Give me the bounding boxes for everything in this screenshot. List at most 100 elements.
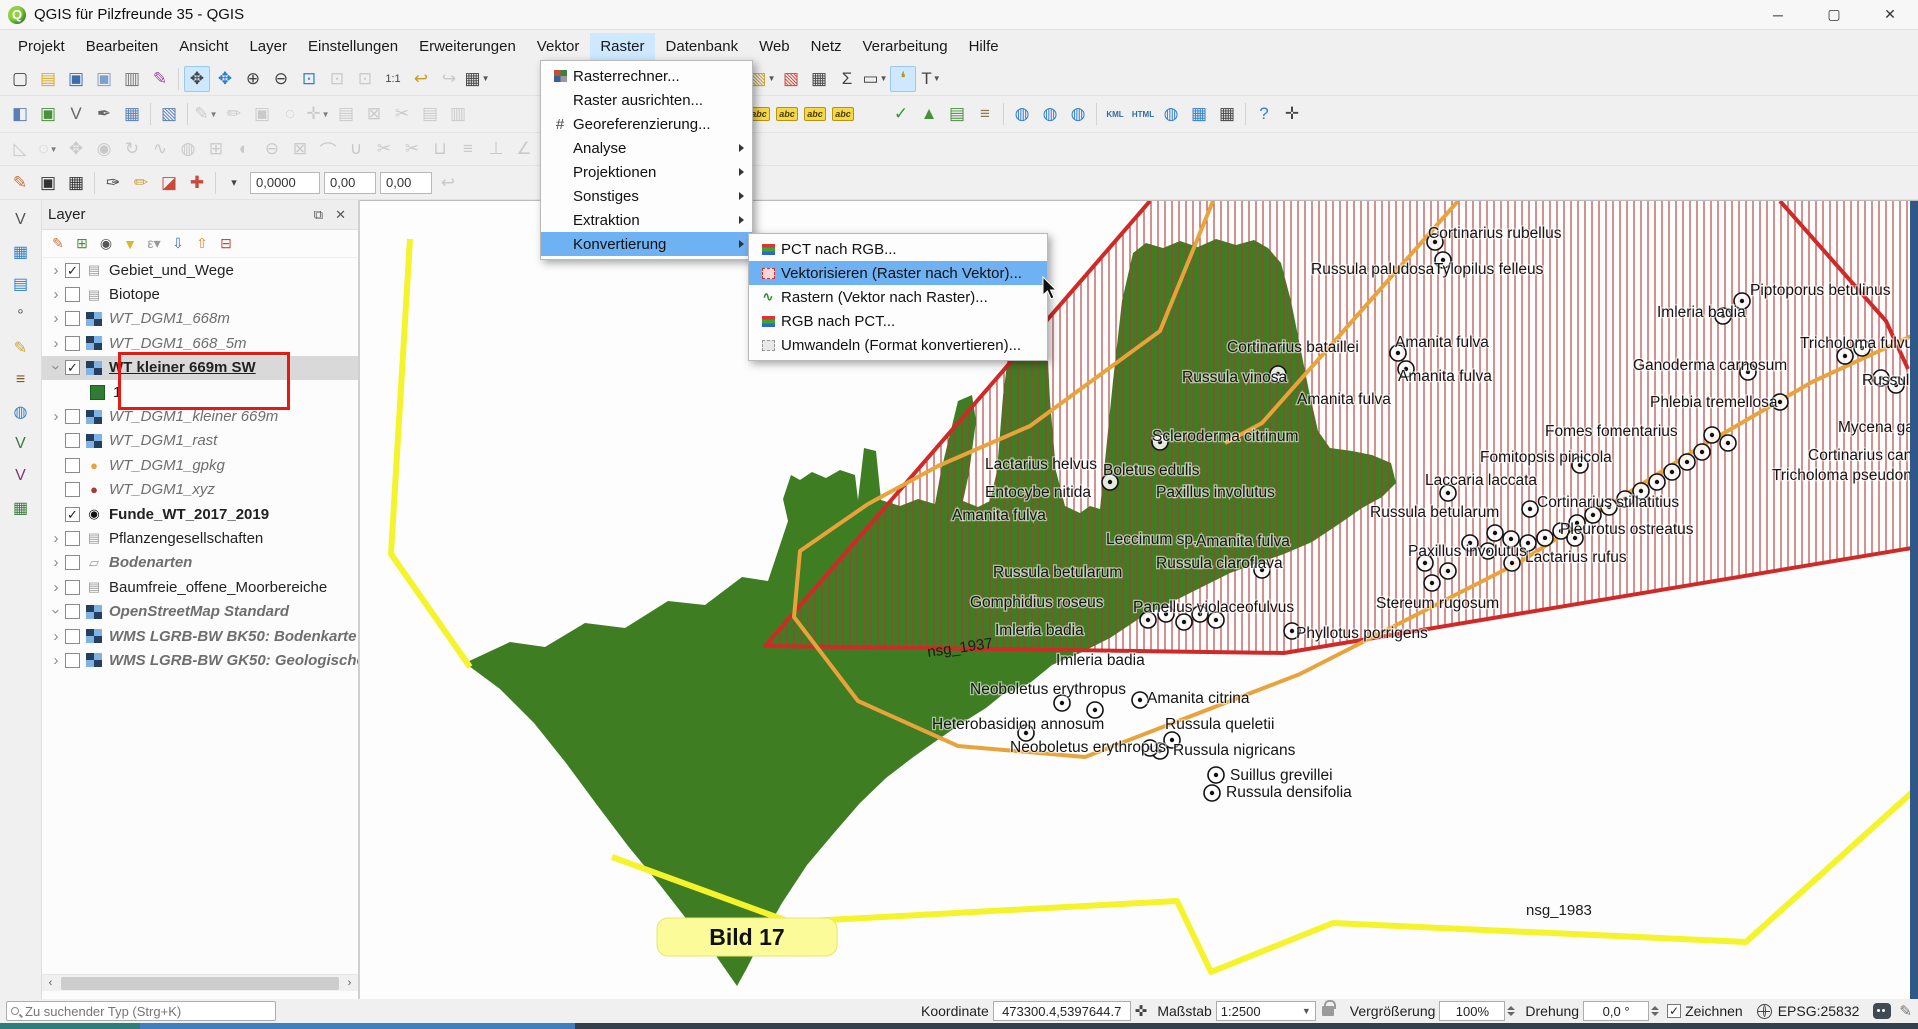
find-marker[interactable] xyxy=(1537,530,1553,546)
raster-menu-item-konvertierung[interactable]: Konvertierung xyxy=(541,232,752,256)
annotation-panel-icon[interactable]: ✎ xyxy=(7,334,35,362)
layer-item[interactable]: ›WMS LGRB-BW BK50: Bodenkarte xyxy=(42,624,358,648)
georef-panel-icon[interactable]: ▤ xyxy=(7,270,35,298)
expander-icon[interactable]: › xyxy=(48,360,65,376)
layer-panel-scrollbar[interactable]: ‹ › xyxy=(42,974,358,991)
menu-einstellungen[interactable]: Einstellungen xyxy=(298,33,408,60)
layer-visibility-checkbox[interactable] xyxy=(65,629,80,644)
help-button[interactable]: ? xyxy=(1251,101,1277,127)
fix-tool-button[interactable]: ✚ xyxy=(184,170,210,196)
panel-float-icon[interactable]: ⧉ xyxy=(308,207,329,223)
layer-visibility-checkbox[interactable] xyxy=(65,482,80,497)
submenu-item-umwandeln-format-konvertieren[interactable]: Umwandeln (Format konvertieren)... xyxy=(749,333,1047,357)
menu-raster[interactable]: Raster xyxy=(590,33,654,60)
menu-projekt[interactable]: Projekt xyxy=(8,33,75,60)
find-marker[interactable] xyxy=(1487,525,1503,541)
layer-item[interactable]: ›OpenStreetMap Standard xyxy=(42,599,358,623)
submenu-item-pct-nach-rgb[interactable]: PCT nach RGB... xyxy=(749,237,1047,261)
drehung-field[interactable]: 0,0 ° xyxy=(1583,1001,1649,1021)
raster-menu-item-extraktion[interactable]: Extraktion xyxy=(541,208,752,232)
data-source-manager-button[interactable]: ◧ xyxy=(7,101,33,127)
scroll-left-icon[interactable]: ‹ xyxy=(42,977,59,989)
find-marker[interactable] xyxy=(1649,474,1665,490)
layer-item[interactable]: ›WT_DGM1_668_5m xyxy=(42,331,358,355)
layer-visibility-checkbox[interactable]: ✓ xyxy=(65,263,80,278)
extent-pointer-icon[interactable]: ✜ xyxy=(1135,1002,1148,1020)
raster-menu-item-rasterrechner[interactable]: Rasterrechner... xyxy=(541,64,752,88)
find-marker[interactable] xyxy=(1704,427,1720,443)
digitize-value-input-1[interactable]: 0,0000 xyxy=(250,172,320,194)
grid-tools-2-button[interactable]: ▦ xyxy=(1214,101,1240,127)
manage-visibility-icon[interactable]: ◉ xyxy=(94,232,118,256)
find-marker[interactable] xyxy=(1440,563,1456,579)
layer-visibility-checkbox[interactable] xyxy=(65,336,80,351)
layer-item[interactable]: ✓◉Funde_WT_2017_2019 xyxy=(42,502,358,526)
digitize-value-input-2[interactable]: 0,00 xyxy=(324,172,376,194)
vergroesserung-field[interactable]: 100% xyxy=(1439,1001,1505,1021)
crosshair-tool-button[interactable]: ✛ xyxy=(1279,101,1305,127)
html-annotation-button[interactable]: HTML xyxy=(1130,101,1156,127)
find-marker[interactable] xyxy=(1204,785,1220,801)
layer-visibility-checkbox[interactable] xyxy=(65,409,80,424)
layer-item[interactable]: ›✓▤Gebiet_und_Wege xyxy=(42,258,358,282)
value-dropdown[interactable]: ▾ xyxy=(221,170,247,196)
layer-item[interactable]: ›▤Baumfreie_offene_Moorbereiche xyxy=(42,575,358,599)
layer-item[interactable]: ›WMS LGRB-BW GK50: Geologische Karte xyxy=(42,648,358,672)
menu-layer[interactable]: Layer xyxy=(239,33,297,60)
menu-ansicht[interactable]: Ansicht xyxy=(169,33,238,60)
expander-icon[interactable]: › xyxy=(48,628,64,645)
find-marker[interactable] xyxy=(1132,692,1148,708)
new-temporary-layer-button[interactable]: ▧ xyxy=(156,101,182,127)
layer-visibility-checkbox[interactable]: ✓ xyxy=(65,360,80,375)
expander-icon[interactable]: › xyxy=(48,554,64,571)
locator-search[interactable] xyxy=(6,1001,276,1021)
menu-netz[interactable]: Netz xyxy=(801,33,852,60)
find-marker[interactable] xyxy=(1694,444,1710,460)
layer-visibility-checkbox[interactable] xyxy=(65,580,80,595)
raster-terrain-button[interactable]: ▲ xyxy=(916,101,942,127)
submenu-item-vektorisieren-raster-nach-vektor[interactable]: Vektorisieren (Raster nach Vektor)... xyxy=(749,261,1047,285)
layer-visibility-checkbox[interactable] xyxy=(65,604,80,619)
layer-visibility-checkbox[interactable]: ✓ xyxy=(65,507,80,522)
expander-icon[interactable]: › xyxy=(48,335,64,352)
zoom-out-button[interactable]: ⊖ xyxy=(268,66,294,92)
map-tips-button[interactable]: ❛ xyxy=(890,66,916,92)
raster-menu-item-projektionen[interactable]: Projektionen xyxy=(541,160,752,184)
layout-checker-button[interactable]: ▤ xyxy=(944,101,970,127)
collapse-all-icon[interactable]: ⇧ xyxy=(190,232,214,256)
select-features-button[interactable]: ▧▼ xyxy=(750,66,776,92)
metasearch-button[interactable]: ◍ xyxy=(1009,101,1035,127)
maximize-button[interactable]: ▢ xyxy=(1806,0,1862,29)
panel-close-icon[interactable]: ✕ xyxy=(329,207,352,223)
statistical-summary-button[interactable]: Σ xyxy=(834,66,860,92)
check-geometries-button[interactable]: ✓ xyxy=(888,101,914,127)
layer-visibility-checkbox[interactable] xyxy=(65,531,80,546)
submenu-item-rgb-nach-pct[interactable]: RGB nach PCT... xyxy=(749,309,1047,333)
pan-to-selection-button[interactable]: ✥ xyxy=(212,66,238,92)
show-hide-labels-button[interactable]: abc xyxy=(774,101,800,127)
grid-panel-icon[interactable]: ▦ xyxy=(7,238,35,266)
layer-item[interactable]: ›▤Pflanzengesellschaften xyxy=(42,526,358,550)
menu-hilfe[interactable]: Hilfe xyxy=(959,33,1009,60)
add-group-icon[interactable]: ⊞ xyxy=(70,232,94,256)
expander-icon[interactable]: › xyxy=(48,310,64,327)
close-button[interactable]: ✕ xyxy=(1862,0,1918,29)
raster-menu-item-georeferenzierung[interactable]: #Georeferenzierung... xyxy=(541,112,752,136)
menu-vektor[interactable]: Vektor xyxy=(527,33,590,60)
new-virtual-layer-button[interactable]: ▦ xyxy=(119,101,145,127)
minimize-button[interactable]: ─ xyxy=(1750,0,1806,29)
pan-map-button[interactable]: ✥ xyxy=(184,66,210,92)
layer-item[interactable]: ›▱Bodenarten xyxy=(42,551,358,575)
digitize-value-input-3[interactable]: 0,00 xyxy=(380,172,432,194)
menu-web[interactable]: Web xyxy=(749,33,800,60)
web-globe-button[interactable]: ◍ xyxy=(1037,101,1063,127)
scrollbar-thumb[interactable] xyxy=(61,977,339,990)
map-canvas[interactable]: Lactarius helvusBoletus edulisEntocybe n… xyxy=(360,200,1918,999)
expander-icon[interactable]: › xyxy=(48,604,65,620)
new-shapefile-button[interactable]: V xyxy=(63,101,89,127)
text-annotation-button[interactable]: T▼ xyxy=(918,66,944,92)
layer-item[interactable]: ●WT_DGM1_gpkg xyxy=(42,453,358,477)
layer-item[interactable]: ›WT_DGM1_668m xyxy=(42,307,358,331)
zoom-in-button[interactable]: ⊕ xyxy=(240,66,266,92)
layer-visibility-checkbox[interactable] xyxy=(65,287,80,302)
